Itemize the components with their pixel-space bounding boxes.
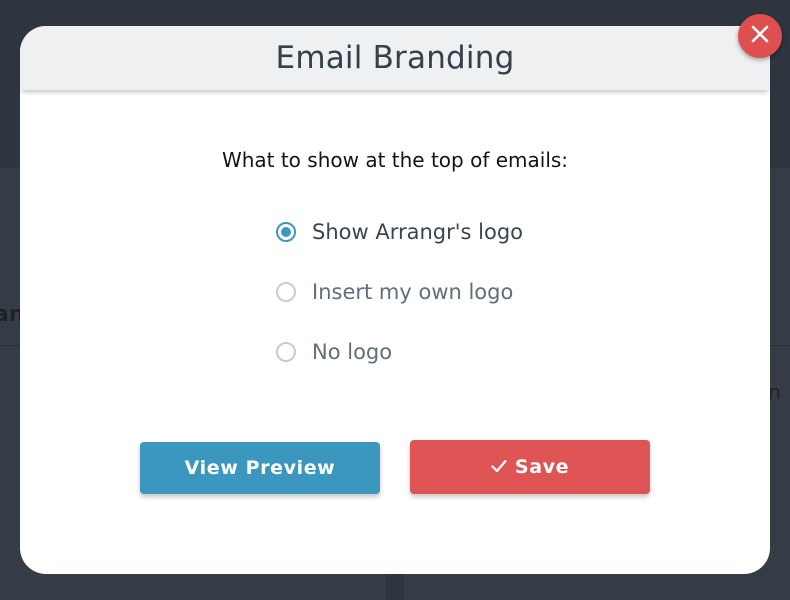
- view-preview-label: View Preview: [184, 457, 336, 479]
- radio-button[interactable]: [276, 282, 296, 302]
- save-label: Save: [514, 456, 570, 478]
- dialog-header: Email Branding: [20, 26, 770, 90]
- option-label: No logo: [312, 340, 393, 364]
- option-label: Show Arrangr's logo: [312, 220, 523, 244]
- dialog-title: Email Branding: [275, 40, 515, 76]
- option-show-arrangr-logo[interactable]: Show Arrangr's logo: [276, 202, 523, 262]
- radio-button-checked[interactable]: [276, 222, 296, 242]
- close-button[interactable]: [738, 14, 782, 58]
- close-icon: [751, 25, 769, 47]
- check-icon: [491, 457, 507, 478]
- option-label: Insert my own logo: [312, 280, 514, 304]
- branding-prompt: What to show at the top of emails:: [221, 148, 569, 172]
- radio-button[interactable]: [276, 342, 296, 362]
- option-no-logo[interactable]: No logo: [276, 322, 523, 382]
- email-branding-dialog: Email Branding What to show at the top o…: [20, 26, 770, 574]
- save-button[interactable]: Save: [410, 440, 650, 494]
- view-preview-button[interactable]: View Preview: [140, 442, 380, 494]
- logo-radio-group: Show Arrangr's logo Insert my own logo N…: [276, 202, 523, 382]
- option-insert-own-logo[interactable]: Insert my own logo: [276, 262, 523, 322]
